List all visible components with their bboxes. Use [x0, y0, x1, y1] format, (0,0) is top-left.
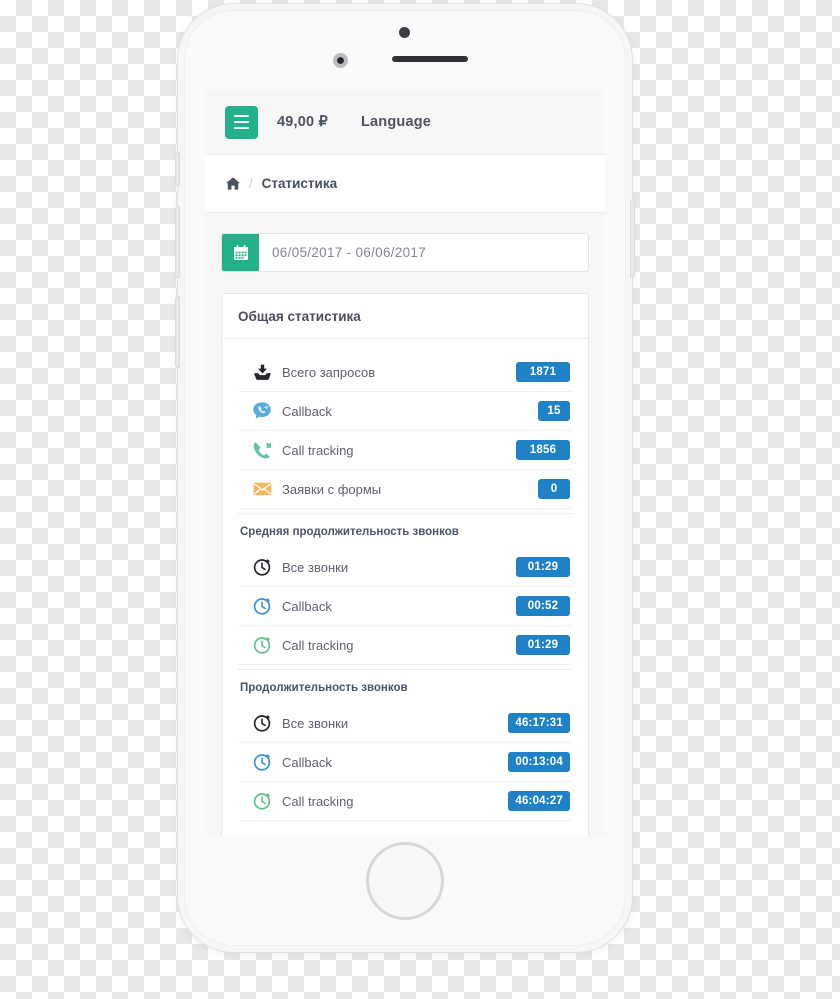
stat-label: Call tracking	[282, 793, 354, 809]
stat-label: Call tracking	[282, 442, 354, 458]
callback-bubble-phone-icon	[252, 401, 272, 421]
clock-icon	[252, 791, 272, 811]
panel-title: Общая статистика	[238, 309, 361, 324]
calendar-icon[interactable]	[222, 234, 259, 271]
phone-mockup: 49,00 ₽ Language / Статистика 06/05/2017…	[175, 4, 635, 952]
table-row: Call tracking 1856	[238, 431, 572, 470]
date-range-input[interactable]: 06/05/2017 - 06/06/2017	[259, 234, 588, 271]
home-icon[interactable]	[226, 177, 240, 190]
section-label: Продолжительность звонков	[238, 669, 572, 704]
table-row: Callback 15	[238, 392, 572, 431]
table-row: Все звонки 01:29	[238, 548, 572, 587]
table-row: Call tracking 01:29	[238, 626, 572, 665]
incoming-call-phone-icon	[252, 440, 272, 460]
stat-label: Callback	[282, 598, 332, 614]
balance-label: 49,00 ₽	[277, 114, 328, 130]
statistics-panel: Общая статистика Всего запросов 1871 Cal…	[221, 293, 589, 836]
stat-label: Всего запросов	[282, 364, 376, 380]
status-badge: 46:04:27	[508, 791, 570, 811]
status-badge: 1871	[516, 362, 570, 382]
language-selector[interactable]: Language	[361, 114, 431, 130]
breadcrumb-current: Статистика	[261, 176, 338, 191]
hamburger-menu-icon[interactable]	[225, 105, 258, 139]
section-label: Средняя продолжительность звонков	[238, 513, 572, 548]
power-button[interactable]	[630, 200, 635, 278]
date-range-picker[interactable]: 06/05/2017 - 06/06/2017	[221, 233, 589, 272]
front-camera-icon	[399, 27, 410, 38]
silent-switch[interactable]	[175, 152, 180, 186]
table-row: Заявки с формы 0	[238, 470, 572, 509]
stat-label: Все звонки	[282, 559, 349, 575]
table-row: Call tracking 46:04:27	[238, 782, 572, 821]
app-topbar: 49,00 ₽ Language	[205, 90, 605, 155]
status-badge: 15	[538, 401, 570, 421]
breadcrumb-separator: /	[249, 176, 253, 191]
status-badge: 0	[538, 479, 570, 499]
status-badge: 01:29	[516, 635, 570, 655]
volume-up-button[interactable]	[175, 206, 180, 278]
status-badge: 00:13:04	[508, 752, 570, 772]
clock-icon	[252, 596, 272, 616]
table-row: Всего запросов 1871	[238, 353, 572, 392]
page-content: 06/05/2017 - 06/06/2017 Общая статистика	[205, 213, 605, 836]
stat-label: Заявки с формы	[282, 481, 382, 497]
stat-label: Call tracking	[282, 637, 354, 653]
stat-label: Callback	[282, 754, 332, 770]
stat-label: Все звонки	[282, 715, 349, 731]
envelope-icon	[252, 479, 272, 499]
home-button[interactable]	[366, 842, 444, 920]
inbox-download-icon	[252, 362, 272, 382]
panel-header: Общая статистика	[222, 294, 588, 339]
earpiece-speaker	[392, 56, 468, 62]
phone-screen: 49,00 ₽ Language / Статистика 06/05/2017…	[205, 90, 605, 836]
status-badge: 00:52	[516, 596, 570, 616]
clock-icon	[252, 713, 272, 733]
clock-icon	[252, 557, 272, 577]
breadcrumb: / Статистика	[205, 155, 605, 213]
status-badge: 1856	[516, 440, 570, 460]
status-badge: 01:29	[516, 557, 570, 577]
clock-icon	[252, 635, 272, 655]
clock-icon	[252, 752, 272, 772]
stat-label: Callback	[282, 403, 332, 419]
table-row: Все звонки 46:17:31	[238, 704, 572, 743]
status-badge: 46:17:31	[508, 713, 570, 733]
proximity-sensor-icon	[333, 53, 348, 68]
table-row: Callback 00:52	[238, 587, 572, 626]
volume-down-button[interactable]	[175, 296, 180, 368]
table-row: Callback 00:13:04	[238, 743, 572, 782]
panel-body: Всего запросов 1871 Callback 15 Call tra…	[222, 339, 588, 836]
